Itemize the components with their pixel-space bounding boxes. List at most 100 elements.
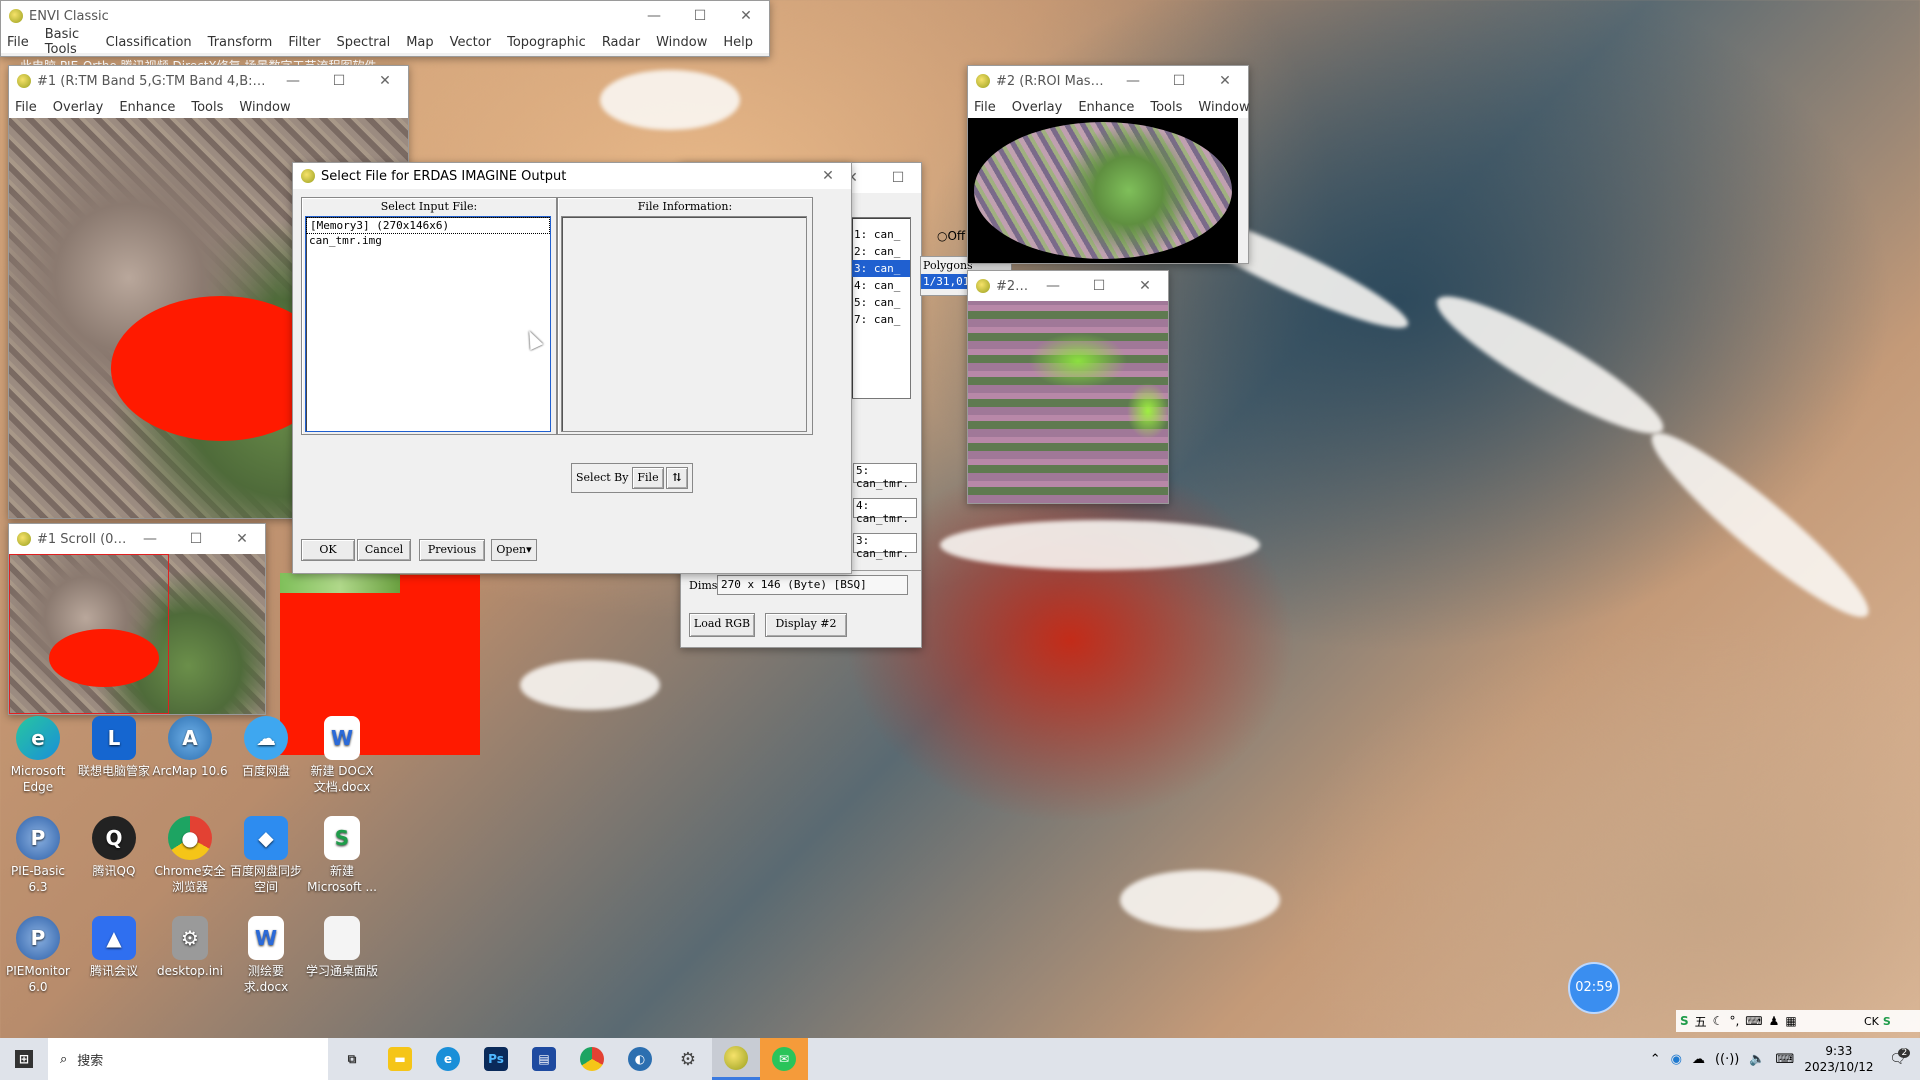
- minimize-icon[interactable]: —: [127, 531, 173, 547]
- zoom2-titlebar[interactable]: #2 ... — ☐ ✕: [968, 271, 1168, 301]
- channel-field-g[interactable]: 4: can_tmr.: [853, 498, 917, 525]
- menu-transform[interactable]: Transform: [208, 35, 273, 50]
- keyboard-icon[interactable]: ⌨: [1745, 1014, 1762, 1028]
- tray-keyboard-icon[interactable]: ⌨: [1776, 1052, 1795, 1067]
- menu-topographic[interactable]: Topographic: [507, 35, 586, 50]
- clock[interactable]: 9:33 2023/10/12: [1804, 1043, 1873, 1075]
- maximize-icon[interactable]: ☐: [173, 531, 219, 547]
- file-list-item[interactable]: can_tmr.img: [306, 234, 550, 247]
- scroll-titlebar[interactable]: #1 Scroll (0.4... — ☐ ✕: [9, 524, 265, 554]
- close-icon[interactable]: ✕: [805, 168, 851, 184]
- open-menu-button[interactable]: Open▾: [491, 539, 537, 561]
- channel-field-r[interactable]: 5: can_tmr.: [853, 463, 917, 490]
- taskbar-settings[interactable]: ⚙: [664, 1038, 712, 1080]
- desktop-icon-qq[interactable]: Q 腾讯QQ: [76, 816, 152, 879]
- menu-window[interactable]: Window: [656, 35, 707, 50]
- input-file-list[interactable]: [Memory3] (270x146x6) can_tmr.img: [305, 216, 551, 432]
- desktop-icon-desktop-ini[interactable]: ⚙ desktop.ini: [152, 916, 228, 979]
- user-icon[interactable]: ♟: [1769, 1014, 1780, 1028]
- band-item[interactable]: 2: can_: [852, 243, 910, 260]
- menu-tools[interactable]: Tools: [1150, 100, 1182, 115]
- display-select-button[interactable]: Display #2: [765, 613, 847, 637]
- timer-bubble[interactable]: 02:59: [1568, 962, 1620, 1014]
- menu-overlay[interactable]: Overlay: [1012, 100, 1063, 115]
- maximize-icon[interactable]: ☐: [1076, 278, 1122, 294]
- close-icon[interactable]: ✕: [362, 73, 408, 89]
- desktop-icon-arcmap[interactable]: A ArcMap 10.6: [152, 716, 228, 779]
- taskbar-search-box[interactable]: ⌕ 搜索: [48, 1038, 328, 1080]
- desktop-icon-docx[interactable]: W 新建 DOCX 文档.docx: [304, 716, 380, 795]
- desktop-icon-baidu-sync[interactable]: ◆ 百度网盘同步空间: [228, 816, 304, 895]
- band-list[interactable]: 1: can_ 2: can_ 3: can_ 4: can_ 5: can_ …: [851, 217, 911, 399]
- roi-mask-image[interactable]: [968, 118, 1238, 263]
- close-icon[interactable]: ✕: [723, 8, 769, 24]
- cancel-button[interactable]: Cancel: [357, 539, 411, 561]
- tray-expand-icon[interactable]: ⌃: [1650, 1052, 1661, 1067]
- radio-off[interactable]: ○Off: [937, 229, 965, 243]
- tray-app-icon[interactable]: ◉: [1671, 1052, 1682, 1067]
- desktop-icon-pie-basic[interactable]: P PIE-Basic 6.3: [0, 816, 76, 895]
- taskbar-edge[interactable]: e: [424, 1038, 472, 1080]
- minimize-icon[interactable]: —: [1030, 278, 1076, 294]
- menu-file[interactable]: File: [15, 100, 37, 115]
- menu-overlay[interactable]: Overlay: [53, 100, 104, 115]
- menu-radar[interactable]: Radar: [602, 35, 640, 50]
- taskbar-explorer[interactable]: ▬: [376, 1038, 424, 1080]
- maximize-icon[interactable]: ☐: [677, 8, 723, 24]
- menu-vector[interactable]: Vector: [450, 35, 491, 50]
- ok-button[interactable]: OK: [301, 539, 355, 561]
- ime-mode[interactable]: 五: [1695, 1013, 1707, 1030]
- taskbar-app-blue[interactable]: ▤: [520, 1038, 568, 1080]
- sogou-ime-icon[interactable]: S: [1680, 1014, 1689, 1028]
- menu-enhance[interactable]: Enhance: [119, 100, 175, 115]
- previous-button[interactable]: Previous: [419, 539, 485, 561]
- desktop-icon-edge[interactable]: e Microsoft Edge: [0, 716, 76, 795]
- menu-help[interactable]: Help: [723, 35, 753, 50]
- display1-titlebar[interactable]: #1 (R:TM Band 5,G:TM Band 4,B:TM B... — …: [9, 66, 408, 96]
- menu-spectral[interactable]: Spectral: [337, 35, 391, 50]
- close-icon[interactable]: ✕: [1122, 278, 1168, 294]
- desktop-icon-xuexitong[interactable]: 学习通桌面版: [304, 916, 380, 979]
- task-view-button[interactable]: ⧉: [328, 1038, 376, 1080]
- start-button[interactable]: ⊞: [0, 1038, 48, 1080]
- menu-tools[interactable]: Tools: [191, 100, 223, 115]
- menu-map[interactable]: Map: [406, 35, 433, 50]
- desktop-icon-piemonitor[interactable]: P PIEMonitor 6.0: [0, 916, 76, 995]
- close-icon[interactable]: ✕: [1202, 73, 1248, 89]
- punctuation-icon[interactable]: °,: [1729, 1014, 1739, 1028]
- menu-filter[interactable]: Filter: [288, 35, 320, 50]
- moon-icon[interactable]: ☾: [1713, 1014, 1724, 1028]
- zoom-image[interactable]: [968, 301, 1168, 503]
- menu-file[interactable]: File: [974, 100, 996, 115]
- close-icon[interactable]: ✕: [219, 531, 265, 547]
- channel-field-b[interactable]: 3: can_tmr.: [853, 533, 917, 560]
- volume-icon[interactable]: 🔈: [1749, 1052, 1765, 1067]
- maximize-icon[interactable]: ☐: [316, 73, 362, 89]
- taskbar-pie[interactable]: ◐: [616, 1038, 664, 1080]
- maximize-icon[interactable]: ☐: [875, 170, 921, 186]
- desktop-icon-chrome[interactable]: ● Chrome安全浏览器: [152, 816, 228, 895]
- wifi-icon[interactable]: ((·)): [1715, 1052, 1739, 1067]
- load-rgb-button[interactable]: Load RGB: [689, 613, 755, 637]
- sort-icon[interactable]: ⇅: [666, 467, 688, 489]
- taskbar-photoshop[interactable]: Ps: [472, 1038, 520, 1080]
- sogou-small-icon[interactable]: S: [1883, 1015, 1891, 1028]
- desktop-icon-word[interactable]: W 测绘要求.docx: [228, 916, 304, 995]
- minimize-icon[interactable]: —: [270, 73, 316, 89]
- dialog-titlebar[interactable]: Select File for ERDAS IMAGINE Output ✕: [293, 163, 851, 189]
- apps-grid-icon[interactable]: ▦: [1785, 1014, 1796, 1028]
- maximize-icon[interactable]: ☐: [1156, 73, 1202, 89]
- file-list-item-selected[interactable]: [Memory3] (270x146x6): [306, 217, 550, 234]
- select-by-file-button[interactable]: File: [632, 467, 664, 489]
- roi-mask-titlebar[interactable]: #2 (R:ROI Mask (... — ☐ ✕: [968, 66, 1248, 96]
- desktop-icon-baidu[interactable]: ☁ 百度网盘: [228, 716, 304, 779]
- menu-classification[interactable]: Classification: [106, 35, 192, 50]
- tray-cloud-icon[interactable]: ☁: [1692, 1052, 1705, 1067]
- minimize-icon[interactable]: —: [631, 8, 677, 24]
- band-item-selected[interactable]: 3: can_: [852, 260, 910, 277]
- taskbar-chrome[interactable]: [568, 1038, 616, 1080]
- menu-file[interactable]: File: [7, 35, 29, 50]
- taskbar-wechat[interactable]: ✉: [760, 1038, 808, 1080]
- desktop-icon-lenovo[interactable]: L 联想电脑管家: [76, 716, 152, 779]
- envi-titlebar[interactable]: ENVI Classic — ☐ ✕: [1, 1, 769, 31]
